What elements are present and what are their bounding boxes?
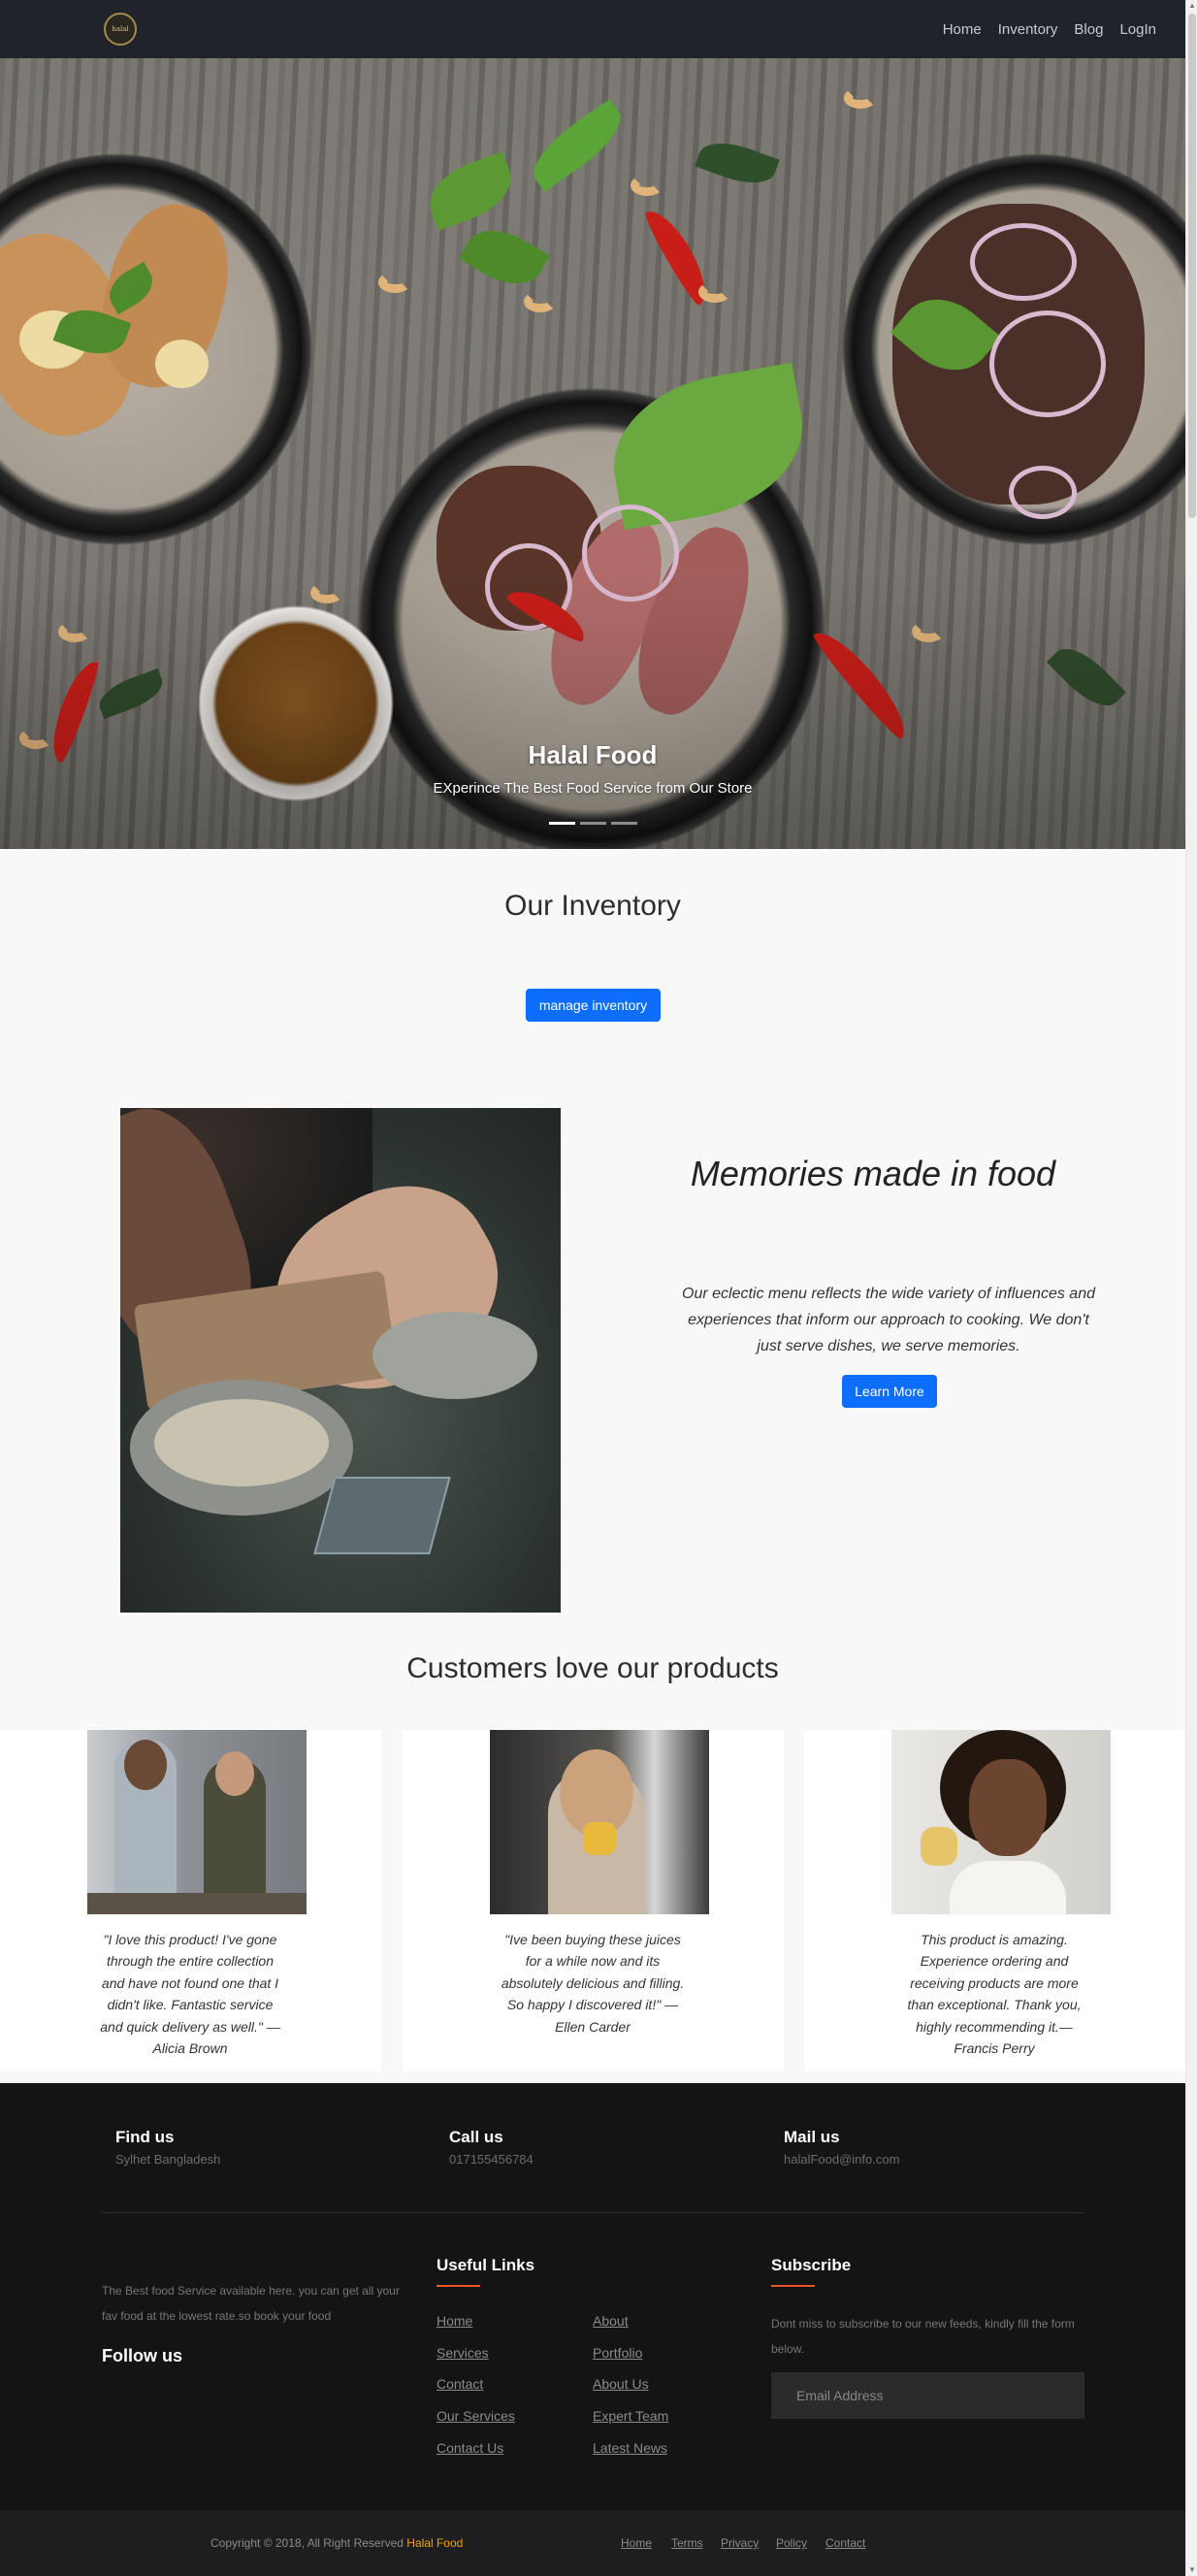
scroll-down-arrow-icon[interactable]: ▼ <box>1186 2564 1197 2576</box>
carousel-indicator-3[interactable] <box>611 822 637 825</box>
testimonial-text: "I love this product! I've gone through … <box>100 1932 280 2056</box>
useful-links-title: Useful Links <box>437 2256 535 2274</box>
mail-us-title: Mail us <box>784 2128 840 2146</box>
follow-us-title: Follow us <box>102 2346 182 2365</box>
footer-link-contact[interactable]: Contact <box>437 2376 483 2392</box>
scroll-up-arrow-icon[interactable]: ▲ <box>1186 0 1197 12</box>
testimonial-text: This product is amazing. Experience orde… <box>907 1932 1082 2056</box>
scrollbar-thumb[interactable] <box>1188 14 1196 518</box>
testimonial-photo <box>490 1730 709 1914</box>
carousel-indicator-1[interactable] <box>549 822 575 825</box>
bottom-link-policy[interactable]: Policy <box>776 2536 807 2550</box>
footer-link-portfolio[interactable]: Portfolio <box>593 2345 642 2361</box>
testimonial-card: "I love this product! I've gone through … <box>0 1730 381 2071</box>
mail-us-value[interactable]: halalFood@info.com <box>784 2152 899 2167</box>
bottom-link-home[interactable]: Home <box>621 2536 652 2550</box>
testimonial-card: "Ive been buying these juices for a whil… <box>403 1730 784 2071</box>
copyright-bar <box>0 2510 1185 2576</box>
call-us-value[interactable]: 017155456784 <box>449 2152 534 2167</box>
main-nav: Home Inventory Blog LogIn <box>943 0 1156 58</box>
nav-login-link[interactable]: LogIn <box>1119 21 1156 38</box>
copyright-brand[interactable]: Halal Food <box>406 2536 463 2550</box>
footer-link-expert-team[interactable]: Expert Team <box>593 2408 668 2424</box>
testimonial-photo <box>891 1730 1111 1914</box>
brand-logo[interactable]: halal <box>104 13 137 46</box>
memories-title: Memories made in food <box>690 1154 1056 1193</box>
bottom-link-privacy[interactable]: Privacy <box>721 2536 759 2550</box>
bottom-link-terms[interactable]: Terms <box>671 2536 703 2550</box>
footer-link-about[interactable]: About <box>593 2313 629 2329</box>
footer-link-services[interactable]: Services <box>437 2345 489 2361</box>
memories-text: Our eclectic menu reflects the wide vari… <box>682 1286 1095 1355</box>
testimonial-text: "Ive been buying these juices for a whil… <box>501 1932 685 2035</box>
chef-cooking-image <box>120 1108 561 1613</box>
logo-text: halal <box>112 25 129 33</box>
find-us-value: Sylhet Bangladesh <box>115 2152 221 2167</box>
testimonial-card: This product is amazing. Experience orde… <box>804 1730 1185 2071</box>
hero-title: Halal Food <box>528 740 658 769</box>
testimonial-photo <box>87 1730 307 1914</box>
call-us-title: Call us <box>449 2128 503 2146</box>
footer-link-latest-news[interactable]: Latest News <box>593 2440 667 2456</box>
nav-inventory-link[interactable]: Inventory <box>998 21 1058 38</box>
copyright-label: Copyright © 2018, All Right Reserved <box>210 2536 404 2550</box>
email-address-input[interactable]: Email Address <box>771 2372 1084 2419</box>
carousel-indicators <box>549 822 637 825</box>
find-us-title: Find us <box>115 2128 175 2146</box>
copyright-text: Copyright © 2018, All Right Reserved Hal… <box>210 2536 463 2550</box>
carousel-indicator-2[interactable] <box>580 822 606 825</box>
navbar: halal Home Inventory Blog LogIn <box>0 0 1185 58</box>
footer-link-our-services[interactable]: Our Services <box>437 2408 515 2424</box>
footer-about-text: The Best food Service available here. yo… <box>102 2284 400 2324</box>
subscribe-title: Subscribe <box>771 2256 852 2274</box>
nav-home-link[interactable]: Home <box>943 21 982 38</box>
subscribe-underline <box>771 2285 815 2287</box>
learn-more-button[interactable]: Learn More <box>842 1375 937 1408</box>
footer-link-home[interactable]: Home <box>437 2313 472 2329</box>
subscribe-text: Dont miss to subscribe to our new feeds,… <box>771 2317 1075 2357</box>
manage-inventory-button[interactable]: manage inventory <box>526 989 661 1022</box>
inventory-title: Our Inventory <box>504 890 681 922</box>
customers-title: Customers love our products <box>406 1652 779 1684</box>
footer-link-contact-us[interactable]: Contact Us <box>437 2440 503 2456</box>
footer-divider <box>102 2212 1084 2213</box>
bottom-link-contact[interactable]: Contact <box>825 2536 865 2550</box>
footer-link-about-us[interactable]: About Us <box>593 2376 649 2392</box>
nav-blog-link[interactable]: Blog <box>1074 21 1103 38</box>
hero-carousel[interactable] <box>0 58 1185 849</box>
page-scrollbar[interactable]: ▲ ▼ <box>1185 0 1197 2576</box>
hero-subtitle: EXperince The Best Food Service from Our… <box>433 780 753 797</box>
useful-links-underline <box>437 2285 480 2287</box>
